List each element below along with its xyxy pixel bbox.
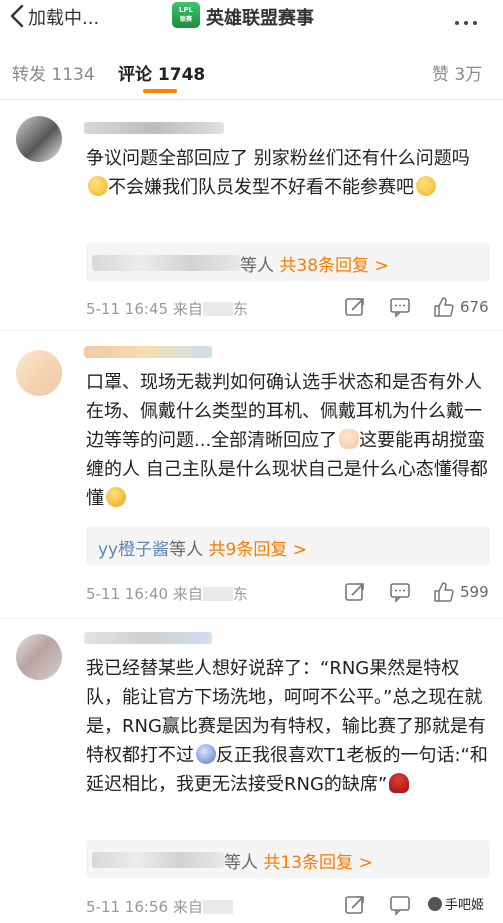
comment-icon[interactable]	[389, 894, 411, 916]
reply-preview[interactable]: yy橙子酱等人 共9条回复 >	[86, 527, 490, 565]
reply-count-link[interactable]: 共13条回复 >	[263, 853, 372, 873]
page-title: 英雄联盟赛事	[206, 8, 314, 29]
divider	[0, 330, 503, 331]
comment-source: 来自	[172, 898, 203, 916]
tab-likes[interactable]: 赞 3万	[432, 60, 482, 85]
comment-time: 5-11 16:56	[86, 898, 169, 916]
thinking-emoji-icon	[88, 176, 108, 196]
comment-time: 5-11 16:45	[86, 300, 169, 318]
reply-user[interactable]: yy橙子酱	[98, 540, 169, 560]
repost-icon[interactable]	[344, 296, 366, 318]
watermark: 手吧姬	[428, 894, 484, 913]
comment-text-main: 争议问题全部回应了 别家粉丝们还有什么问题吗	[86, 148, 470, 169]
comment-icon[interactable]	[389, 581, 411, 603]
comment-meta: 5-11 16:45 来自东	[86, 300, 248, 318]
like-count: 599	[460, 583, 489, 601]
avatar[interactable]	[16, 634, 62, 680]
tab-reposts[interactable]: 转发 1134	[12, 60, 95, 85]
like-count: 676	[460, 298, 489, 316]
reply-preview[interactable]: 等人 共13条回复 >	[86, 840, 490, 878]
top-bar: 加载中... LPL 联赛 英雄联盟赛事	[0, 0, 503, 36]
comment-text: 争议问题全部回应了 别家粉丝们还有什么问题吗不会嫌我们队员发型不好看不能参赛吧	[86, 144, 491, 202]
reply-users-blurred	[92, 852, 224, 868]
comment-icon[interactable]	[389, 296, 411, 318]
like-icon[interactable]	[432, 581, 454, 603]
more-options-icon[interactable]	[455, 10, 495, 25]
back-label[interactable]: 加载中...	[28, 4, 99, 30]
reply-users-blurred	[92, 255, 240, 271]
repost-icon[interactable]	[344, 894, 366, 916]
logo-text: LPL	[178, 6, 194, 14]
shocked-emoji-icon	[196, 744, 216, 764]
comment-meta: 5-11 16:56 来自	[86, 896, 233, 917]
tab-bar: 转发 1134 评论 1748 赞 3万	[0, 52, 503, 96]
comment-text: 我已经替某些人想好说辞了：“RNG果然是特权队，能让官方下场洗地，呵呵不公平。”…	[86, 654, 491, 799]
repost-icon[interactable]	[344, 581, 366, 603]
active-tab-indicator	[143, 89, 177, 93]
username[interactable]	[84, 632, 212, 644]
reply-suffix: 等人	[240, 256, 274, 276]
back-arrow-icon[interactable]	[6, 2, 30, 30]
rose-emoji-icon	[389, 773, 410, 793]
pleading-emoji-icon	[106, 487, 126, 507]
wechat-icon	[428, 897, 442, 911]
comment-time: 5-11 16:40	[86, 585, 169, 603]
comment-text-tail: 不会嫌我们队员发型不好看不能参赛吧	[108, 177, 414, 198]
reply-count-link[interactable]: 共38条回复 >	[279, 256, 388, 276]
tab-comments[interactable]: 评论 1748	[118, 60, 205, 85]
reply-count-link[interactable]: 共9条回复 >	[209, 540, 307, 560]
comment-text: 口罩、现场无裁判如何确认选手状态和是否有外人在场、佩戴什么类型的耳机、佩戴耳机为…	[86, 368, 491, 513]
divider	[0, 618, 503, 619]
comment-source: 来自	[172, 300, 203, 318]
comment-meta: 5-11 16:40 来自东	[86, 585, 248, 603]
reply-suffix: 等人	[224, 853, 258, 873]
thinking-emoji-icon	[416, 176, 436, 196]
ok-hand-emoji-icon	[339, 429, 360, 449]
lpl-logo-icon: LPL 联赛	[172, 2, 200, 28]
reply-suffix: 等人	[169, 540, 204, 560]
username[interactable]	[84, 346, 212, 358]
avatar[interactable]	[16, 350, 62, 396]
avatar[interactable]	[16, 116, 62, 162]
reply-preview[interactable]: 等人 共38条回复 >	[86, 243, 490, 281]
watermark-text: 手吧姬	[445, 898, 485, 913]
comment-source: 来自	[172, 585, 203, 603]
like-icon[interactable]	[432, 296, 454, 318]
username[interactable]	[84, 122, 224, 134]
divider	[0, 99, 503, 100]
